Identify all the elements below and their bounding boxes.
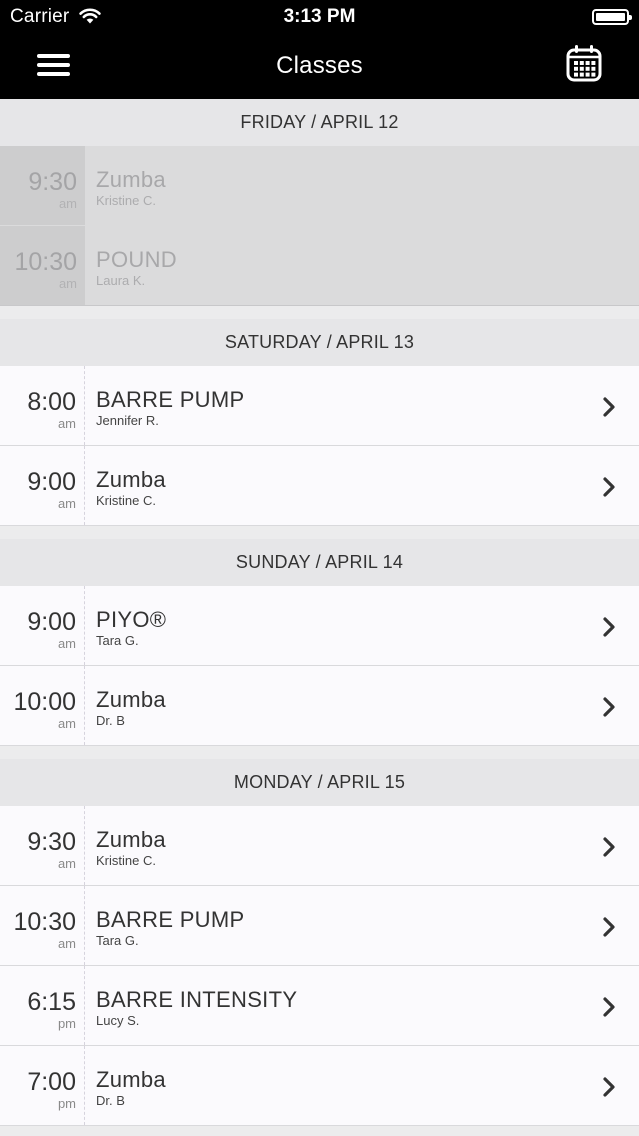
class-name: BARRE INTENSITY [96,987,298,1012]
instructor-name: Dr. B [96,1093,125,1108]
app-screen: Carrier 3:13 PM Classes FRIDAY / APRIL 1… [0,0,639,1136]
class-name: BARRE PUMP [96,387,245,412]
class-ampm: am [57,636,76,651]
chevron-right-icon[interactable] [602,917,616,937]
class-schedule-list: FRIDAY / APRIL 12 9:30 am Zumba Kristine C. 1… [0,99,639,1136]
time-column: 9:30 am [0,806,85,885]
class-row: 10:30 am POUND Laura K. [0,226,639,306]
chevron-right-icon[interactable] [602,997,616,1017]
chevron-right-icon[interactable] [602,397,616,417]
instructor-name: Kristine C. [96,193,156,208]
battery-icon [592,9,632,25]
class-row[interactable]: 6:15 pm BARRE INTENSITY Lucy S. [0,966,639,1046]
class-row: 9:30 am Zumba Kristine C. [0,146,639,226]
class-name: POUND [96,247,177,272]
class-ampm: pm [57,1016,76,1031]
chevron-right-icon[interactable] [602,837,616,857]
class-name: Zumba [96,1067,166,1092]
class-ampm: am [57,416,76,431]
class-ampm: am [58,196,77,211]
chevron-right-icon[interactable] [602,697,616,717]
calendar-icon[interactable] [566,44,602,82]
day-section: MONDAY / APRIL 15 9:30 am Zumba Kristine C. 1… [0,759,639,1126]
day-header: MONDAY / APRIL 15 [0,759,639,806]
class-name: Zumba [96,167,166,192]
class-ampm: am [57,716,76,731]
class-time: 10:30 [13,908,76,936]
instructor-name: Kristine C. [96,493,156,508]
instructor-name: Dr. B [96,713,125,728]
day-header: FRIDAY / APRIL 12 [0,99,639,146]
time-column: 9:30 am [0,146,85,225]
class-row[interactable]: 10:30 am BARRE PUMP Tara G. [0,886,639,966]
class-name: BARRE PUMP [96,907,245,932]
chevron-right-icon[interactable] [602,1077,616,1097]
instructor-name: Lucy S. [96,1013,140,1028]
chevron-right-icon[interactable] [602,477,616,497]
class-row[interactable]: 9:30 am Zumba Kristine C. [0,806,639,886]
class-time: 9:00 [27,468,76,496]
class-row[interactable]: 10:00 am Zumba Dr. B [0,666,639,746]
class-time: 9:30 [27,828,76,856]
status-bar: Carrier 3:13 PM [0,0,639,34]
instructor-name: Kristine C. [96,853,156,868]
class-ampm: pm [57,1096,76,1111]
class-ampm: am [57,496,76,511]
class-time: 10:30 [14,248,77,276]
class-row[interactable]: 7:00 pm Zumba Dr. B [0,1046,639,1126]
navigation-bar: Classes [0,34,639,99]
time-column: 8:00 am [0,366,85,445]
instructor-name: Laura K. [96,273,146,288]
class-time: 8:00 [27,388,76,416]
time-column: 10:30 am [0,226,85,305]
class-name: Zumba [96,827,166,852]
day-header: SATURDAY / APRIL 13 [0,319,639,366]
class-time: 10:00 [13,688,76,716]
day-header: SUNDAY / APRIL 14 [0,539,639,586]
time-column: 6:15 pm [0,966,85,1045]
page-title: Classes [276,52,363,79]
day-section: SATURDAY / APRIL 13 8:00 am BARRE PUMP Jenni… [0,319,639,526]
class-ampm: am [57,856,76,871]
top-bar: Carrier 3:13 PM Classes [0,0,639,99]
class-name: Zumba [96,467,166,492]
time-column: 10:30 am [0,886,85,965]
time-column: 10:00 am [0,666,85,745]
class-row[interactable]: 9:00 am PIYO® Tara G. [0,586,639,666]
class-ampm: am [58,276,77,291]
class-ampm: am [57,936,76,951]
class-name: PIYO® [96,607,167,632]
instructor-name: Jennifer R. [96,413,159,428]
class-time: 9:00 [27,608,76,636]
time-column: 9:00 am [0,446,85,525]
instructor-name: Tara G. [96,933,139,948]
chevron-right-icon[interactable] [602,617,616,637]
instructor-name: Tara G. [96,633,139,648]
time-column: 7:00 pm [0,1046,85,1125]
day-section: FRIDAY / APRIL 12 9:30 am Zumba Kristine C. 1… [0,99,639,306]
time-column: 9:00 am [0,586,85,665]
class-row[interactable]: 8:00 am BARRE PUMP Jennifer R. [0,366,639,446]
class-time: 9:30 [28,168,77,196]
status-time: 3:13 PM [283,6,356,27]
day-section: SUNDAY / APRIL 14 9:00 am PIYO® Tara G. 10:00… [0,539,639,746]
class-time: 7:00 [27,1068,76,1096]
class-time: 6:15 [27,988,76,1016]
class-name: Zumba [96,687,166,712]
class-row[interactable]: 9:00 am Zumba Kristine C. [0,446,639,526]
